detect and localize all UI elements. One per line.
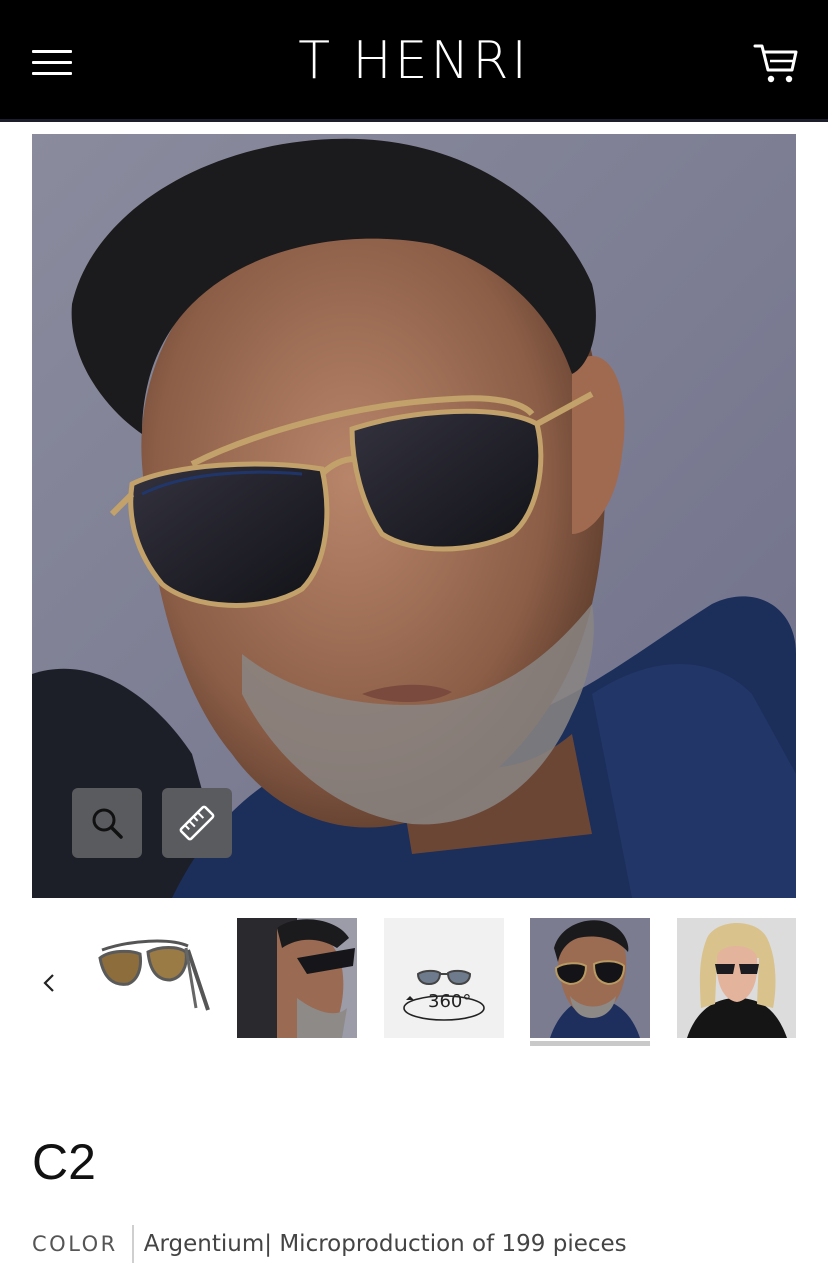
thumbnail-side-profile-model[interactable] xyxy=(237,918,357,1038)
divider xyxy=(131,1225,134,1263)
thumbnail-female-model[interactable] xyxy=(677,918,796,1038)
thumbnail-360-view[interactable]: 360° xyxy=(384,918,504,1038)
360-label: 360° xyxy=(428,991,471,1012)
shopping-cart-icon[interactable] xyxy=(752,40,800,88)
color-row: COLOR Argentium| Microproduction of 199 … xyxy=(32,1224,627,1264)
active-thumbnail-indicator xyxy=(530,1041,650,1046)
product-hero-image[interactable] xyxy=(32,134,796,898)
site-header: T HENRI xyxy=(0,0,828,122)
color-value: Argentium| Microproduction of 199 pieces xyxy=(143,1231,627,1257)
color-label: COLOR xyxy=(32,1232,118,1256)
thumbnail-product-sunglasses[interactable] xyxy=(90,918,210,1038)
brand-logo[interactable]: T HENRI xyxy=(0,30,828,92)
ruler-icon[interactable] xyxy=(162,788,232,858)
magnifier-icon[interactable] xyxy=(72,788,142,858)
chevron-left-icon[interactable] xyxy=(38,968,60,998)
thumbnail-front-model[interactable] xyxy=(530,918,650,1038)
variant-title: C2 xyxy=(32,1134,96,1190)
